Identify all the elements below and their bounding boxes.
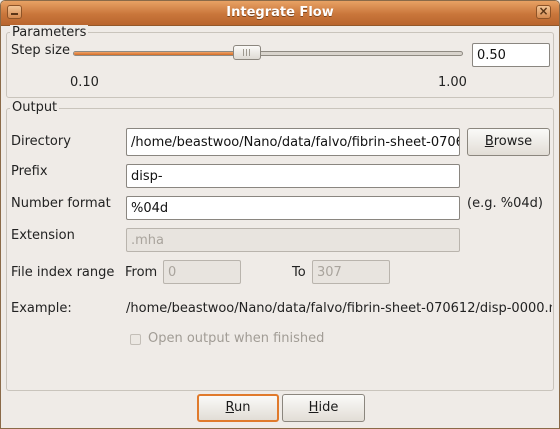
browse-button[interactable]: Browse bbox=[467, 128, 550, 156]
integrate-flow-window: Integrate Flow × Parameters Step size 0.… bbox=[0, 0, 560, 429]
prefix-label: Prefix bbox=[11, 164, 48, 179]
from-input[interactable]: 0 bbox=[163, 260, 241, 284]
step-size-label: Step size bbox=[11, 43, 70, 58]
step-size-slider[interactable] bbox=[73, 45, 463, 60]
hide-button[interactable]: Hide bbox=[282, 394, 365, 422]
number-format-input[interactable]: %04d bbox=[126, 196, 460, 220]
to-input[interactable]: 307 bbox=[312, 260, 390, 284]
browse-button-label: Browse bbox=[484, 134, 533, 149]
to-label: To bbox=[292, 265, 306, 280]
open-output-checkbox[interactable] bbox=[130, 334, 141, 345]
number-format-label: Number format bbox=[11, 196, 111, 211]
slider-max-label: 1.00 bbox=[438, 75, 467, 90]
output-frame-label: Output bbox=[10, 100, 60, 115]
from-label: From bbox=[125, 265, 158, 280]
slider-thumb[interactable] bbox=[232, 45, 261, 60]
slider-fill bbox=[74, 52, 247, 55]
example-path: /home/beastwoo/Nano/data/falvo/fibrin-sh… bbox=[126, 301, 552, 316]
parameters-frame-label: Parameters bbox=[10, 25, 89, 40]
prefix-input[interactable]: disp- bbox=[126, 164, 460, 188]
slider-min-label: 0.10 bbox=[70, 75, 99, 90]
open-output-label: Open output when finished bbox=[148, 331, 325, 346]
number-format-hint: (e.g. %04d) bbox=[467, 196, 543, 211]
window-title: Integrate Flow bbox=[226, 5, 334, 20]
run-button[interactable]: Run bbox=[197, 394, 279, 422]
hide-button-label: Hide bbox=[308, 400, 339, 415]
close-icon: × bbox=[538, 4, 549, 18]
example-label: Example: bbox=[11, 301, 72, 316]
extension-input[interactable]: .mha bbox=[126, 228, 460, 252]
close-button[interactable]: × bbox=[536, 4, 551, 19]
step-size-input[interactable]: 0.50 bbox=[472, 43, 550, 67]
directory-label: Directory bbox=[11, 134, 71, 149]
extension-label: Extension bbox=[11, 228, 75, 243]
file-index-range-label: File index range bbox=[11, 265, 115, 280]
title-bar: Integrate Flow × bbox=[1, 1, 559, 26]
run-button-label: Run bbox=[225, 400, 251, 415]
directory-input[interactable]: /home/beastwoo/Nano/data/falvo/fibrin-sh… bbox=[126, 128, 460, 156]
